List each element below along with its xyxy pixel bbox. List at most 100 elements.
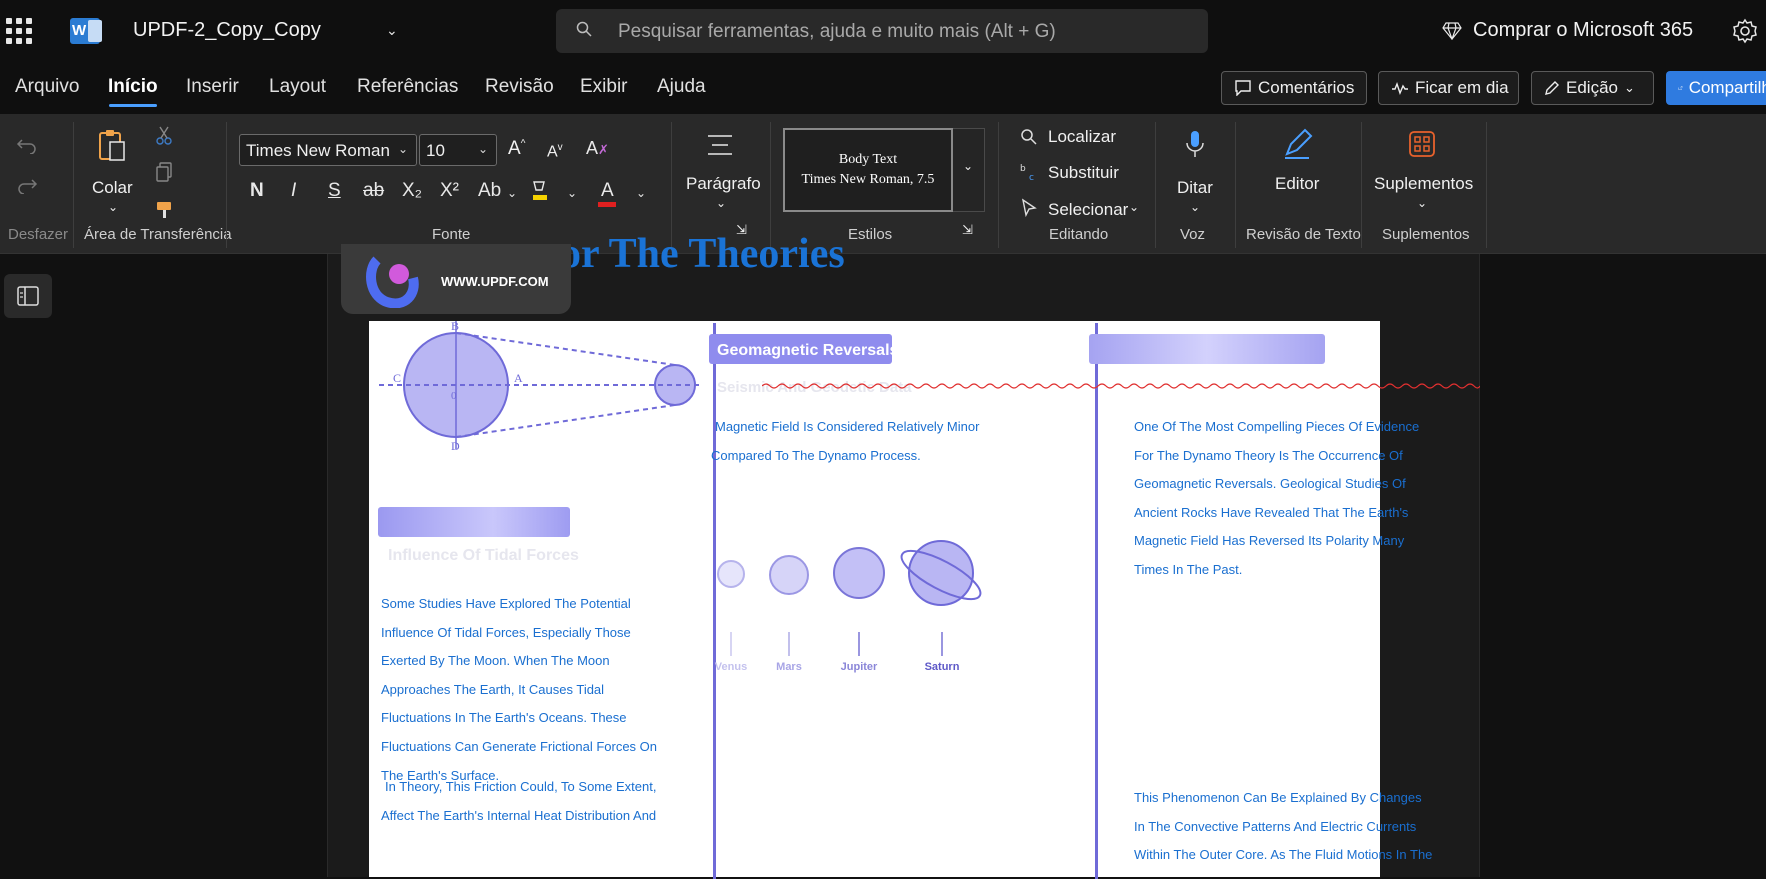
chevron-down-icon[interactable]: ⌄ xyxy=(567,186,577,200)
editor-button[interactable]: Editor xyxy=(1275,174,1319,194)
col1-paragraph-2[interactable]: In Theory, This Friction Could, To Some … xyxy=(381,773,663,830)
chevron-down-icon[interactable]: ⌄ xyxy=(507,186,517,200)
editor-icon[interactable] xyxy=(1281,128,1313,160)
col1-paragraph-1[interactable]: Some Studies Have Explored The Potential… xyxy=(381,590,663,790)
ribbon-toolbar: Desfazer Colar ⌄ Área de Transferência T… xyxy=(0,114,1766,254)
planet-label-jupiter: Jupiter xyxy=(840,661,878,673)
chevron-down-icon[interactable]: ⌄ xyxy=(1129,200,1139,214)
tab-ajuda[interactable]: Ajuda xyxy=(657,76,706,98)
menu-bar: Arquivo Início Inserir Layout Referência… xyxy=(0,62,1766,114)
clipboard-group-label: Área de Transferência xyxy=(84,226,232,243)
styles-more-button[interactable]: ⌄ xyxy=(953,128,985,212)
chevron-down-icon[interactable]: ⌄ xyxy=(636,186,646,200)
col1-section-title[interactable]: Influence Of Tidal Forces xyxy=(388,547,579,565)
planet-label-venus: Venus xyxy=(714,661,748,673)
share-button[interactable]: Compartilhar xyxy=(1666,71,1766,105)
navigation-pane-button[interactable] xyxy=(4,274,52,318)
editing-mode-label: Edição xyxy=(1566,78,1618,97)
tab-arquivo[interactable]: Arquivo xyxy=(15,76,79,98)
col3-paragraph-1[interactable]: One Of The Most Compelling Pieces Of Evi… xyxy=(1134,413,1428,585)
copy-icon[interactable] xyxy=(155,162,173,182)
highlighter-icon[interactable] xyxy=(530,180,550,202)
addins-group-label: Suplementos xyxy=(1382,226,1470,243)
title-bar: UPDF-2_Copy_Copy ⌄ Pesquisar ferramentas… xyxy=(0,0,1766,62)
styles-group-label: Estilos xyxy=(848,226,893,243)
paste-label[interactable]: Colar xyxy=(92,178,133,198)
find-button[interactable]: Localizar xyxy=(1048,127,1116,147)
diagram-label-b: B xyxy=(451,319,460,333)
replace-icon[interactable]: bc xyxy=(1020,162,1040,182)
document-title[interactable]: UPDF-2_Copy_Copy xyxy=(133,19,321,42)
subscript-button[interactable]: X₂ xyxy=(402,180,422,202)
gear-icon[interactable] xyxy=(1732,18,1758,44)
search-input[interactable]: Pesquisar ferramentas, ajuda e muito mai… xyxy=(556,9,1208,53)
font-size-dropdown[interactable]: 10 ⌄ xyxy=(419,134,497,166)
cut-icon[interactable] xyxy=(155,126,173,146)
find-icon[interactable] xyxy=(1020,128,1038,146)
grow-font-icon[interactable]: A^ xyxy=(508,138,525,160)
addins-button[interactable]: Suplementos xyxy=(1374,174,1473,194)
col2-section-title[interactable]: Geomagnetic Reversals xyxy=(717,342,898,360)
search-placeholder: Pesquisar ferramentas, ajuda e muito mai… xyxy=(618,21,1056,42)
tab-exibir[interactable]: Exibir xyxy=(580,76,628,98)
chevron-down-icon[interactable]: ⌄ xyxy=(1190,200,1200,214)
planet-tick xyxy=(858,632,860,656)
buy-microsoft-365-link[interactable]: Comprar o Microsoft 365 xyxy=(1473,19,1693,42)
format-painter-icon[interactable] xyxy=(155,200,173,220)
tab-inserir[interactable]: Inserir xyxy=(186,76,239,98)
group-divider xyxy=(1235,122,1236,248)
font-name-value: Times New Roman xyxy=(246,141,390,160)
addins-icon[interactable] xyxy=(1408,130,1436,158)
app-launcher-icon[interactable] xyxy=(6,18,32,44)
updf-logo-icon xyxy=(366,256,419,308)
venus-planet-icon xyxy=(717,560,745,588)
underline-button[interactable]: S xyxy=(328,180,341,202)
clear-formatting-icon[interactable]: A✗ xyxy=(586,138,609,159)
catch-up-label: Ficar em dia xyxy=(1415,78,1509,97)
catch-up-button[interactable]: Ficar em dia xyxy=(1378,71,1519,105)
font-name-dropdown[interactable]: Times New Roman ⌄ xyxy=(239,134,417,166)
chevron-down-icon: ⌄ xyxy=(1623,80,1635,95)
chevron-down-icon[interactable]: ⌄ xyxy=(716,196,726,210)
undo-icon[interactable] xyxy=(16,136,38,154)
style-gallery-item[interactable]: Body Text Times New Roman, 7.5 xyxy=(783,128,953,212)
paste-icon[interactable] xyxy=(98,128,126,162)
tab-inicio[interactable]: Início xyxy=(108,76,158,98)
dialog-launcher-icon[interactable]: ⇲ xyxy=(962,222,973,238)
updf-logo: WWW.UPDF.COM xyxy=(341,244,571,314)
dictate-button[interactable]: Ditar xyxy=(1177,178,1213,198)
editing-mode-button[interactable]: Edição ⌄ xyxy=(1531,71,1654,105)
chevron-down-icon: ⌄ xyxy=(397,142,408,156)
change-case-button[interactable]: Ab xyxy=(478,180,501,202)
select-cursor-icon[interactable] xyxy=(1020,198,1038,218)
paragraph-label[interactable]: Parágrafo xyxy=(686,174,761,194)
col3-paragraph-2[interactable]: This Phenomenon Can Be Explained By Chan… xyxy=(1134,784,1436,870)
chevron-down-icon[interactable]: ⌄ xyxy=(1417,196,1427,210)
tab-referencias[interactable]: Referências xyxy=(357,76,458,98)
microphone-icon[interactable] xyxy=(1185,130,1205,160)
font-color-button[interactable]: A xyxy=(601,180,614,202)
mars-planet-icon xyxy=(769,555,809,595)
shrink-font-icon[interactable]: Av xyxy=(547,142,563,161)
group-divider xyxy=(998,122,999,248)
bold-button[interactable]: N xyxy=(250,180,264,202)
replace-button[interactable]: Substituir xyxy=(1048,163,1119,183)
font-size-value: 10 xyxy=(426,141,445,160)
chevron-down-icon[interactable]: ⌄ xyxy=(386,22,398,39)
italic-button[interactable]: I xyxy=(291,180,296,202)
navigation-pane-icon xyxy=(17,286,39,306)
strikethrough-button[interactable]: ab xyxy=(363,180,384,202)
comments-button[interactable]: Comentários xyxy=(1221,71,1367,105)
select-button[interactable]: Selecionar xyxy=(1048,200,1128,220)
col2-paragraph-1[interactable]: Magnetic Field Is Considered Relatively … xyxy=(711,413,981,470)
paragraph-icon[interactable] xyxy=(706,134,734,156)
redo-icon[interactable] xyxy=(16,176,38,194)
superscript-button[interactable]: X² xyxy=(440,180,459,202)
tab-layout[interactable]: Layout xyxy=(269,76,326,98)
document-heading[interactable]: or The Theories xyxy=(560,230,845,278)
tab-revisao[interactable]: Revisão xyxy=(485,76,554,98)
group-divider xyxy=(226,122,227,248)
chevron-down-icon[interactable]: ⌄ xyxy=(108,200,118,214)
document-sheet: B C A D 0 Influence Of Tidal Forces Some… xyxy=(369,319,1432,879)
diagram-label-a: A xyxy=(514,371,523,385)
